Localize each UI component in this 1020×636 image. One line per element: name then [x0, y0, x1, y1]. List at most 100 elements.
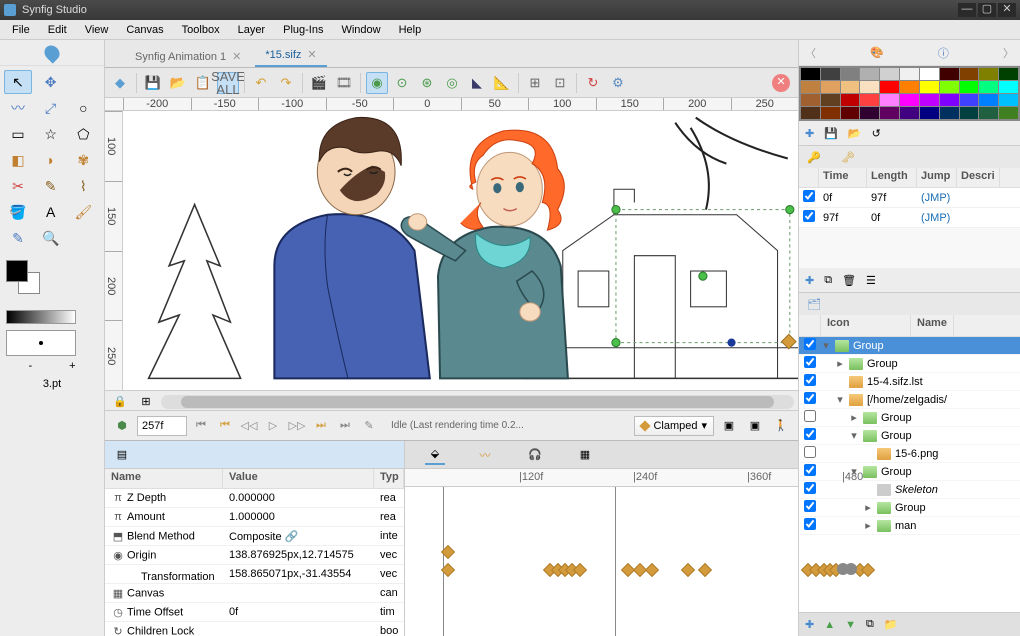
saveall-icon[interactable]: SAVE ALL [217, 72, 239, 94]
current-frame-input[interactable] [137, 416, 187, 436]
palette-swatch[interactable] [940, 81, 959, 93]
empty-tool[interactable] [69, 70, 97, 94]
mask-icon[interactable]: ◣ [466, 72, 488, 94]
timeline-body[interactable] [405, 487, 798, 636]
palette-swatch[interactable] [841, 68, 860, 80]
tab-close-icon[interactable]: ✕ [307, 48, 316, 61]
menu-file[interactable]: File [4, 22, 38, 38]
brush-tool[interactable]: 🖌 [69, 200, 97, 224]
kf-dup-icon[interactable]: ⧉ [824, 274, 832, 287]
nav-back-icon[interactable]: 〈 [805, 45, 816, 61]
nav-fwd-icon[interactable]: 〉 [1003, 45, 1014, 61]
timeline-keyframe[interactable] [645, 563, 659, 577]
menu-toolbox[interactable]: Toolbox [174, 22, 228, 38]
brush-smaller[interactable]: - [28, 360, 32, 372]
layer-visible-checkbox[interactable] [804, 518, 816, 530]
menu-plug-ins[interactable]: Plug-Ins [275, 22, 331, 38]
canvas[interactable] [123, 111, 798, 390]
kf-header-time[interactable]: Time [819, 168, 867, 187]
layer-row[interactable]: ▾Group [799, 337, 1020, 355]
kf-header-desc[interactable]: Descri [957, 168, 1000, 187]
kf-add-icon[interactable]: ✚ [805, 274, 814, 287]
param-row[interactable]: ⬒Blend MethodComposite 🔗inte [105, 527, 404, 546]
width-tool[interactable]: ⌇ [69, 174, 97, 198]
palette-swatch[interactable] [801, 81, 820, 93]
layer-dup-icon[interactable]: ⧉ [866, 618, 874, 631]
layer-expand-icon[interactable]: ▾ [849, 429, 859, 442]
layer-expand-icon[interactable]: ▸ [863, 501, 873, 514]
palette-swatch[interactable] [860, 107, 879, 119]
palette-swatch[interactable] [821, 94, 840, 106]
palette-swatch[interactable] [979, 81, 998, 93]
layer-expand-icon[interactable]: ▸ [849, 411, 859, 424]
sound-tab-icon[interactable]: 🎧 [525, 445, 545, 465]
circle-tool[interactable]: ○ [69, 96, 97, 120]
animate-icon[interactable]: 🚶 [770, 415, 792, 437]
palette-swatch[interactable] [880, 68, 899, 80]
curves-tab-icon[interactable]: 〰 [475, 445, 495, 465]
seek-next-key-icon[interactable]: ⏭ [311, 416, 331, 436]
horizontal-scrollbar[interactable] [161, 395, 794, 409]
kf-header-length[interactable]: Length [867, 168, 917, 187]
palette-swatch[interactable] [940, 94, 959, 106]
lock-icon[interactable]: 🔒 [109, 391, 131, 410]
layer-row[interactable]: 15-4.sifz.lst [799, 373, 1020, 391]
transform-tool[interactable]: ✥ [37, 70, 65, 94]
palette-swatch[interactable] [801, 94, 820, 106]
palette-swatch[interactable] [960, 94, 979, 106]
palette-swatch[interactable] [900, 81, 919, 93]
eyedrop-tool[interactable]: ✎ [4, 226, 32, 250]
open-icon[interactable]: 📂 [167, 72, 189, 94]
palette-swatch[interactable] [841, 107, 860, 119]
kf-enabled-checkbox[interactable] [803, 190, 815, 202]
guides-icon[interactable]: ◎ [441, 72, 463, 94]
polygon-tool[interactable]: ⬠ [69, 122, 97, 146]
palette-swatch[interactable] [841, 94, 860, 106]
layer-row[interactable]: ▸Group [799, 499, 1020, 517]
palette-swatch[interactable] [900, 107, 919, 119]
menu-edit[interactable]: Edit [40, 22, 75, 38]
palette-swatch[interactable] [801, 68, 820, 80]
play-icon[interactable]: ▷ [263, 416, 283, 436]
gradient-preview[interactable] [6, 310, 76, 324]
step-back-icon[interactable]: ◁◁ [239, 416, 259, 436]
mode-box2-icon[interactable]: ▣ [744, 415, 766, 437]
grid-icon[interactable]: ⊞ [135, 391, 157, 410]
layer-row[interactable]: ▸Group [799, 409, 1020, 427]
seek-end-icon[interactable]: ⏭ [335, 416, 355, 436]
region-tool[interactable]: ◗ [37, 148, 65, 172]
palette-swatch[interactable] [880, 81, 899, 93]
palette-swatch[interactable] [999, 94, 1018, 106]
snap-icon[interactable]: ⊡ [549, 72, 571, 94]
open-palette-icon[interactable]: 📂 [848, 127, 862, 140]
scale-tool[interactable]: ⤢ [37, 96, 65, 120]
seek-start-icon[interactable]: ⏮ [191, 416, 211, 436]
param-row[interactable]: ▦Canvascan [105, 584, 404, 603]
document-tab[interactable]: Synfig Animation 1✕ [125, 46, 251, 67]
palette-swatch[interactable] [920, 94, 939, 106]
menu-canvas[interactable]: Canvas [118, 22, 171, 38]
tab-close-icon[interactable]: ✕ [232, 50, 241, 63]
layer-row[interactable]: Skeleton [799, 481, 1020, 499]
palette-swatch[interactable] [960, 107, 979, 119]
layer-visible-checkbox[interactable] [804, 392, 816, 404]
params-tab-icon[interactable]: ▤ [111, 444, 133, 466]
mode-box-icon[interactable]: ▣ [718, 415, 740, 437]
palette-swatch[interactable] [841, 81, 860, 93]
palette-swatch[interactable] [801, 107, 820, 119]
menu-view[interactable]: View [77, 22, 117, 38]
kf-props-icon[interactable]: ☰ [866, 274, 876, 287]
layer-visible-checkbox[interactable] [804, 410, 816, 422]
layers-tab-icon[interactable]: 🗂 [807, 298, 821, 311]
kf-marker[interactable] [443, 487, 444, 636]
timeline-waypoint[interactable] [845, 563, 857, 575]
gear-icon[interactable]: ⚙ [607, 72, 629, 94]
timetrack-tab-icon[interactable]: ⬙ [425, 445, 445, 465]
info-icon[interactable]: ⓘ [938, 45, 949, 61]
redo-icon[interactable]: ↷ [275, 72, 297, 94]
param-row[interactable]: πZ Depth0.000000rea [105, 489, 404, 508]
interpolation-dropdown[interactable]: Clamped ▾ [634, 416, 714, 436]
layer-row[interactable]: 15-6.png [799, 445, 1020, 463]
palette-swatch[interactable] [900, 68, 919, 80]
smooth-tool[interactable]: 〰 [4, 96, 32, 120]
